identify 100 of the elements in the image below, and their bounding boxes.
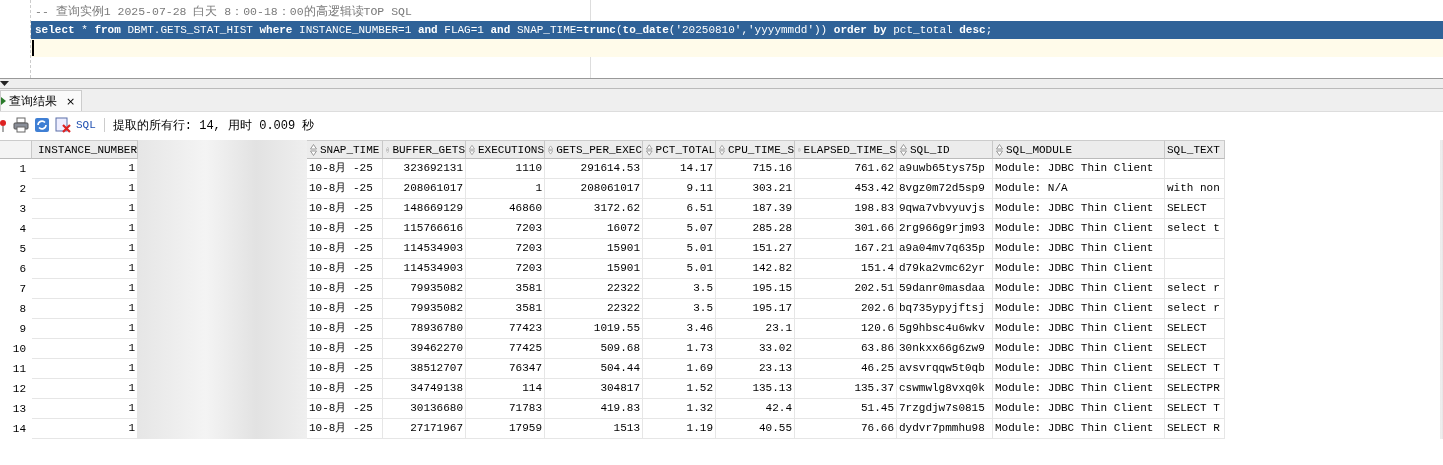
sort-icon[interactable] xyxy=(310,143,317,156)
table-cell: 46860 xyxy=(466,199,545,219)
table-cell: 303.21 xyxy=(716,179,795,199)
table-cell: 10-8月 -25 xyxy=(307,319,383,339)
column-header[interactable]: GETS_PER_EXEC xyxy=(545,140,643,159)
table-cell: 1.73 xyxy=(643,339,716,359)
table-cell: 10-8月 -25 xyxy=(307,379,383,399)
table-cell: 1 xyxy=(32,399,138,419)
table-cell: 1 xyxy=(32,179,138,199)
table-cell: 1 xyxy=(32,239,138,259)
column-header[interactable]: SQL_MODULE xyxy=(993,140,1165,159)
table-cell: 77425 xyxy=(466,339,545,359)
table-cell: Module: JDBC Thin Client xyxy=(993,219,1165,239)
table-cell: 10-8月 -25 xyxy=(307,239,383,259)
sql-link[interactable]: SQL xyxy=(76,119,96,131)
table-cell: Module: JDBC Thin Client xyxy=(993,379,1165,399)
table-cell: 291614.53 xyxy=(545,159,643,179)
table-cell: Module: JDBC Thin Client xyxy=(993,339,1165,359)
table-cell: 27171967 xyxy=(383,419,466,439)
close-icon[interactable]: × xyxy=(66,94,76,108)
table-cell: 208061017 xyxy=(383,179,466,199)
table-cell: 135.13 xyxy=(716,379,795,399)
table-cell: 3.5 xyxy=(643,279,716,299)
table-cell: 1.52 xyxy=(643,379,716,399)
clear-icon[interactable] xyxy=(55,117,71,133)
sort-icon[interactable] xyxy=(469,143,475,156)
table-cell: 114 xyxy=(466,379,545,399)
column-header[interactable]: INSTANCE_NUMBER xyxy=(32,140,138,159)
table-cell: avsvrqqw5t0qb xyxy=(897,359,993,379)
table-cell: 1 xyxy=(32,299,138,319)
table-cell: 22322 xyxy=(545,299,643,319)
table-cell: SELECT R xyxy=(1165,419,1225,439)
table-cell: Module: JDBC Thin Client xyxy=(993,239,1165,259)
sort-icon[interactable] xyxy=(646,143,653,156)
table-cell: 1 xyxy=(32,279,138,299)
table-cell: 51.45 xyxy=(795,399,897,419)
table-cell: 114534903 xyxy=(383,239,466,259)
text-cursor xyxy=(32,40,34,57)
sort-icon[interactable] xyxy=(900,143,907,156)
pushpin-icon[interactable] xyxy=(0,118,8,132)
table-cell: 59danr0masdaa xyxy=(897,279,993,299)
table-cell: 76347 xyxy=(466,359,545,379)
table-cell: 1 xyxy=(32,319,138,339)
sort-icon[interactable] xyxy=(719,143,725,156)
sort-icon[interactable] xyxy=(996,143,1003,156)
table-cell: 142.82 xyxy=(716,259,795,279)
table-cell: 3581 xyxy=(466,279,545,299)
table-cell: 10-8月 -25 xyxy=(307,339,383,359)
table-cell: 30nkxx66g6zw9 xyxy=(897,339,993,359)
column-header[interactable]: BUFFER_GETS xyxy=(383,140,466,159)
table-cell: 3.46 xyxy=(643,319,716,339)
table-cell: 5g9hbsc4u6wkv xyxy=(897,319,993,339)
table-cell xyxy=(1165,159,1225,179)
table-cell: Module: JDBC Thin Client xyxy=(993,299,1165,319)
table-cell: 46.25 xyxy=(795,359,897,379)
sort-icon[interactable] xyxy=(548,143,554,156)
table-cell: 195.15 xyxy=(716,279,795,299)
table-cell: 5.07 xyxy=(643,219,716,239)
table-cell: 10-8月 -25 xyxy=(307,179,383,199)
table-cell: 7203 xyxy=(466,259,545,279)
table-cell: 285.28 xyxy=(716,219,795,239)
table-cell xyxy=(1165,239,1225,259)
table-cell: 1 xyxy=(32,259,138,279)
table-cell: 198.83 xyxy=(795,199,897,219)
table-cell: 15901 xyxy=(545,259,643,279)
table-cell: SELECT T xyxy=(1165,359,1225,379)
table-cell: 34749138 xyxy=(383,379,466,399)
sql-comment: -- 查询实例1 2025-07-28 白天 8：00-18：00的高逻辑读TOP SQL xyxy=(34,4,413,20)
table-cell: with non xyxy=(1165,179,1225,199)
table-cell: 453.42 xyxy=(795,179,897,199)
table-cell: 761.62 xyxy=(795,159,897,179)
table-cell: Module: JDBC Thin Client xyxy=(993,199,1165,219)
table-cell: select r xyxy=(1165,299,1225,319)
column-header[interactable]: ELAPSED_TIME_S xyxy=(795,140,897,159)
column-header[interactable]: PCT_TOTAL xyxy=(643,140,716,159)
table-cell: 1.32 xyxy=(643,399,716,419)
collapse-triangle-icon[interactable] xyxy=(0,81,9,86)
result-tab[interactable]: 查询结果 × xyxy=(0,90,83,111)
table-cell: 304817 xyxy=(545,379,643,399)
column-header[interactable]: EXECUTIONS xyxy=(466,140,545,159)
table-cell: 1 xyxy=(32,379,138,399)
refresh-icon[interactable] xyxy=(34,117,50,133)
table-cell: 1.19 xyxy=(643,419,716,439)
table-cell: 1019.55 xyxy=(545,319,643,339)
table-cell: 504.44 xyxy=(545,359,643,379)
table-cell: 10-8月 -25 xyxy=(307,159,383,179)
column-header[interactable]: SNAP_TIME xyxy=(307,140,383,159)
table-cell: 71783 xyxy=(466,399,545,419)
column-header[interactable]: SQL_ID xyxy=(897,140,993,159)
column-header[interactable]: SQL_TEXT xyxy=(1165,140,1225,159)
table-cell: 148669129 xyxy=(383,199,466,219)
table-cell: 1 xyxy=(32,419,138,439)
print-icon[interactable] xyxy=(13,117,29,133)
table-cell: 9qwa7vbvyuvjs xyxy=(897,199,993,219)
table-cell: 1 xyxy=(32,159,138,179)
table-cell: 195.17 xyxy=(716,299,795,319)
column-header[interactable]: CPU_TIME_S xyxy=(716,140,795,159)
table-cell: Module: JDBC Thin Client xyxy=(993,279,1165,299)
table-cell: 301.66 xyxy=(795,219,897,239)
table-cell: 33.02 xyxy=(716,339,795,359)
